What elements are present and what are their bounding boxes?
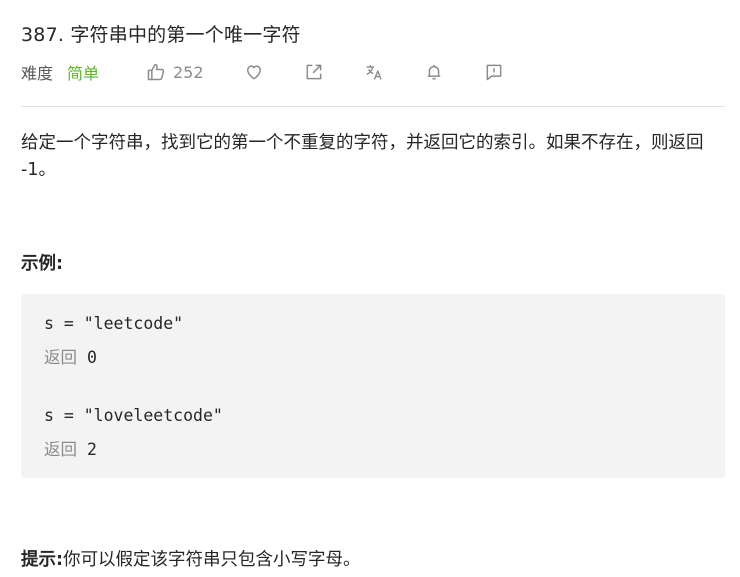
share-icon (306, 64, 322, 80)
return-label: 返回 (44, 348, 77, 367)
tip-text: 你可以假定该字符串只包含小写字母。 (63, 550, 361, 570)
problem-title: 387. 字符串中的第一个唯一字符 (21, 24, 301, 46)
like-button[interactable]: 252 (146, 60, 204, 84)
notification-button[interactable] (424, 60, 444, 84)
divider (21, 106, 725, 107)
problem-actions: 252 (0, 60, 740, 84)
translate-button[interactable] (364, 60, 384, 84)
translate-icon (366, 64, 382, 80)
example-input-1: s = "leetcode" (44, 314, 184, 333)
example-output-value-2: 2 (86, 440, 97, 459)
thumbs-up-icon (147, 63, 165, 81)
like-count: 252 (173, 62, 204, 82)
example-code-block: s = "leetcode" 返回 0 s = "loveleetcode" 返… (21, 294, 725, 478)
heart-icon (247, 65, 261, 80)
example-output-2: 返回 2 (44, 436, 97, 460)
example-title: 示例: (21, 254, 63, 274)
return-label: 返回 (44, 440, 77, 459)
problem-description: 给定一个字符串，找到它的第一个不重复的字符，并返回它的索引。如果不存在，则返回 … (21, 133, 704, 180)
bell-icon (427, 64, 441, 80)
favorite-button[interactable] (244, 60, 264, 84)
feedback-button[interactable] (484, 60, 504, 84)
tip-label: 提示: (21, 550, 63, 570)
tip: 提示:你可以假定该字符串只包含小写字母。 (21, 546, 361, 571)
share-button[interactable] (304, 60, 324, 84)
example-output-1: 返回 0 (44, 344, 97, 368)
example-input-2: s = "loveleetcode" (44, 406, 223, 425)
example-output-value-1: 0 (86, 348, 97, 367)
feedback-icon (486, 64, 502, 81)
